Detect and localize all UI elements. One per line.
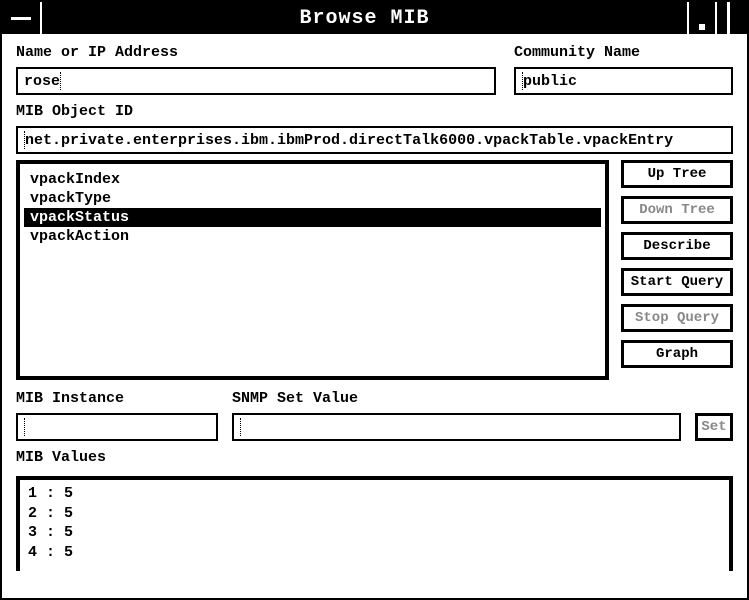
content-area: Name or IP Address rose Community Name p…: [2, 34, 747, 581]
list-item[interactable]: vpackStatus: [24, 208, 601, 227]
snmp-set-value-label: SNMP Set Value: [232, 390, 681, 407]
start-query-button[interactable]: Start Query: [621, 268, 733, 296]
mib-instance-input[interactable]: [16, 413, 218, 441]
window-title: Browse MIB: [42, 7, 687, 30]
mib-values-label: MIB Values: [16, 449, 733, 466]
set-button: Set: [695, 413, 733, 441]
mib-value-row: 1 : 5: [28, 484, 721, 504]
stop-query-button: Stop Query: [621, 304, 733, 332]
object-list[interactable]: vpackIndexvpackTypevpackStatusvpackActio…: [16, 160, 609, 380]
name-or-ip-label: Name or IP Address: [16, 44, 496, 61]
name-or-ip-input[interactable]: rose: [16, 67, 496, 95]
mib-object-id-label: MIB Object ID: [16, 103, 733, 120]
list-item[interactable]: vpackAction: [24, 227, 601, 246]
snmp-set-value-input[interactable]: [232, 413, 681, 441]
maximize-button[interactable]: [715, 2, 747, 34]
community-input[interactable]: public: [514, 67, 733, 95]
graph-button[interactable]: Graph: [621, 340, 733, 368]
community-value: public: [523, 73, 577, 90]
main-window: Browse MIB Name or IP Address rose Commu…: [0, 0, 749, 600]
mib-values-box: 1 : 52 : 53 : 54 : 5: [16, 476, 733, 571]
community-label: Community Name: [514, 44, 733, 61]
down-tree-button: Down Tree: [621, 196, 733, 224]
button-column: Up Tree Down Tree Describe Start Query S…: [621, 160, 733, 380]
menu-icon: [11, 17, 31, 20]
list-item[interactable]: vpackIndex: [24, 170, 601, 189]
titlebar: Browse MIB: [2, 2, 747, 34]
list-item[interactable]: vpackType: [24, 189, 601, 208]
mib-value-row: 4 : 5: [28, 543, 721, 563]
mib-object-id-value: net.private.enterprises.ibm.ibmProd.dire…: [25, 132, 673, 149]
name-or-ip-value: rose: [24, 73, 60, 90]
window-menu-button[interactable]: [2, 2, 42, 34]
mib-value-row: 3 : 5: [28, 523, 721, 543]
mib-instance-label: MIB Instance: [16, 390, 218, 407]
up-tree-button[interactable]: Up Tree: [621, 160, 733, 188]
titlebar-controls: [687, 2, 747, 34]
describe-button[interactable]: Describe: [621, 232, 733, 260]
mib-object-id-input[interactable]: net.private.enterprises.ibm.ibmProd.dire…: [16, 126, 733, 154]
minimize-button[interactable]: [687, 2, 715, 34]
mib-value-row: 2 : 5: [28, 504, 721, 524]
